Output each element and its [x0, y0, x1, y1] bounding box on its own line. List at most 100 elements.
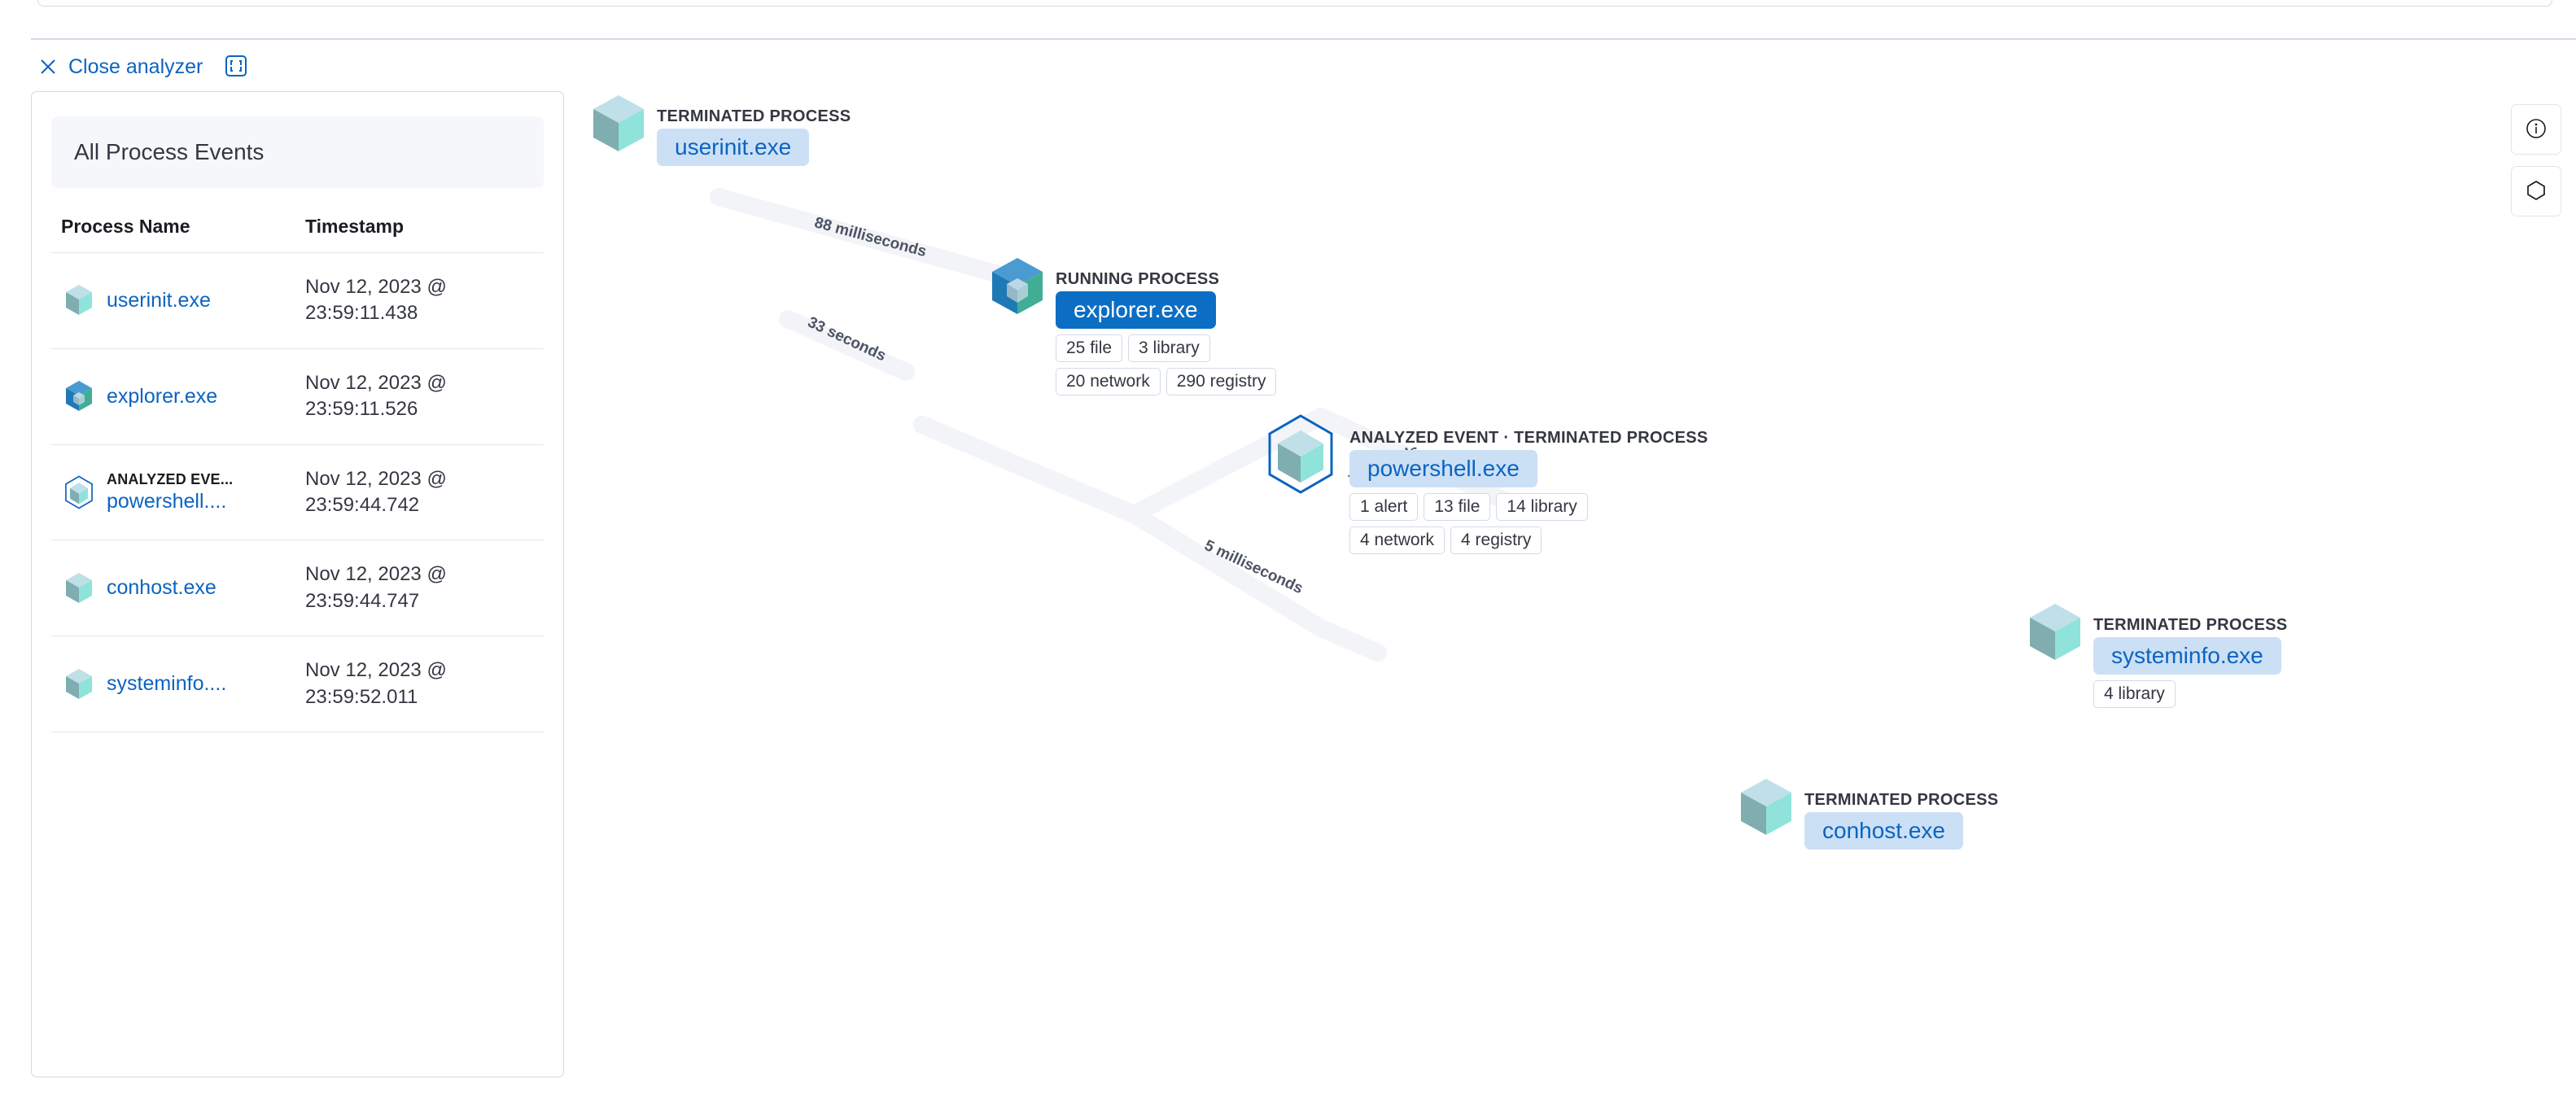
hexagon-icon — [2525, 179, 2548, 204]
graph-node-conhost[interactable]: TERMINATED PROCESS conhost.exe — [1736, 775, 1998, 850]
row-timestamp: Nov 12, 2023 @ 23:59:52.011 — [305, 657, 534, 710]
process-link[interactable]: explorer.exe — [107, 384, 217, 409]
column-header-timestamp: Timestamp — [305, 216, 405, 237]
graph-node-systeminfo[interactable]: TERMINATED PROCESS systeminfo.exe 4 libr… — [2025, 600, 2287, 708]
row-timestamp-time: 23:59:11.438 — [305, 302, 418, 325]
table-row[interactable]: userinit.exe Nov 12, 2023 @ 23:59:11.438 — [51, 252, 544, 348]
row-timestamp-time: 23:59:44.747 — [305, 589, 420, 612]
node-eyebrow: TERMINATED PROCESS — [2093, 616, 2288, 634]
row-timestamp-date: Nov 12, 2023 @ — [305, 467, 447, 490]
process-link[interactable]: userinit.exe — [107, 288, 211, 313]
process-graph-canvas[interactable]: 88 milliseconds 33 seconds 7 seconds 5 m… — [564, 91, 2576, 1114]
graph-node-powershell[interactable]: ANALYZED EVENT · TERMINATED PROCESS powe… — [1260, 413, 1708, 554]
node-label-pill[interactable]: systeminfo.exe — [2093, 637, 2281, 675]
badge-registry[interactable]: 290 registry — [1166, 368, 1277, 395]
row-timestamp-date: Nov 12, 2023 @ — [305, 276, 447, 298]
page-title: All Process Events — [74, 139, 265, 164]
row-timestamp: Nov 12, 2023 @ 23:59:44.747 — [305, 561, 534, 614]
close-analyzer-label: Close analyzer — [68, 55, 203, 78]
table-row[interactable]: explorer.exe Nov 12, 2023 @ 23:59:11.526 — [51, 347, 544, 444]
process-link[interactable]: systeminfo.... — [107, 671, 226, 697]
badge-registry[interactable]: 4 registry — [1450, 526, 1542, 554]
process-cube-icon — [987, 254, 1047, 323]
column-header-process-name: Process Name — [61, 216, 190, 237]
node-body: TERMINATED PROCESS conhost.exe — [1804, 791, 1998, 850]
table-row[interactable]: ANALYZED EVE... powershell.... Nov 12, 2… — [51, 443, 544, 540]
graph-node-explorer[interactable]: RUNNING PROCESS explorer.exe 25 file 3 l… — [987, 254, 1316, 395]
info-icon — [2525, 117, 2548, 142]
row-process-name: ANALYZED EVE... powershell.... — [61, 470, 305, 514]
row-timestamp-date: Nov 12, 2023 @ — [305, 563, 447, 586]
row-eyebrow: ANALYZED EVE... — [107, 471, 234, 488]
node-label-pill[interactable]: conhost.exe — [1804, 812, 1963, 850]
node-eyebrow: ANALYZED EVENT · TERMINATED PROCESS — [1349, 429, 1708, 447]
node-badges: 4 library — [2093, 680, 2287, 708]
row-name-stack: conhost.exe — [107, 575, 216, 601]
node-eyebrow: RUNNING PROCESS — [1056, 270, 1220, 288]
row-timestamp-date: Nov 12, 2023 @ — [305, 659, 447, 682]
node-body: TERMINATED PROCESS systeminfo.exe 4 libr… — [2093, 616, 2287, 708]
process-analyzer-page: Close analyzer All Process Events Proces… — [0, 0, 2576, 1114]
process-cube-icon — [588, 91, 649, 160]
fullscreen-button[interactable] — [224, 55, 248, 79]
badge-library[interactable]: 4 library — [2093, 680, 2176, 708]
row-process-name: systeminfo.... — [61, 664, 305, 705]
row-process-name: conhost.exe — [61, 568, 305, 609]
top-panel-edge — [37, 0, 2552, 7]
badge-library[interactable]: 3 library — [1128, 334, 1210, 362]
process-cube-icon — [61, 376, 97, 417]
panel-title-box: All Process Events — [51, 116, 544, 188]
legend-button[interactable] — [2511, 166, 2561, 216]
badge-network[interactable]: 20 network — [1056, 368, 1161, 395]
node-body: TERMINATED PROCESS userinit.exe — [657, 107, 851, 166]
process-link[interactable]: conhost.exe — [107, 575, 216, 601]
fullscreen-icon — [225, 55, 247, 80]
edge-label-0: 88 milliseconds — [812, 214, 928, 260]
process-cube-icon — [2025, 600, 2085, 669]
process-cube-icon — [61, 280, 97, 321]
row-process-name: explorer.exe — [61, 376, 305, 417]
badge-network[interactable]: 4 network — [1349, 526, 1445, 554]
process-cube-icon — [61, 664, 97, 705]
row-name-stack: userinit.exe — [107, 288, 211, 313]
badge-file[interactable]: 25 file — [1056, 334, 1123, 362]
row-timestamp-time: 23:59:44.742 — [305, 493, 420, 516]
node-label-pill[interactable]: userinit.exe — [657, 129, 810, 166]
node-eyebrow: TERMINATED PROCESS — [657, 107, 851, 125]
table-row[interactable]: systeminfo.... Nov 12, 2023 @ 23:59:52.0… — [51, 636, 544, 732]
all-process-events-panel: All Process Events Process Name Timestam… — [31, 91, 564, 1077]
badge-alert[interactable]: 1 alert — [1349, 493, 1419, 521]
close-icon — [39, 58, 57, 76]
node-badges: 1 alert 13 file 14 library 4 network 4 r… — [1349, 493, 1642, 554]
process-cube-icon — [61, 568, 97, 609]
row-timestamp-date: Nov 12, 2023 @ — [305, 371, 447, 394]
close-analyzer-button[interactable]: Close analyzer — [39, 55, 203, 79]
graph-controls — [2511, 104, 2561, 216]
row-name-stack: systeminfo.... — [107, 671, 226, 697]
row-timestamp-time: 23:59:52.011 — [305, 685, 418, 708]
badge-file[interactable]: 13 file — [1424, 493, 1491, 521]
analyzer-toolbar: Close analyzer — [0, 47, 2576, 86]
node-body: ANALYZED EVENT · TERMINATED PROCESS powe… — [1349, 429, 1708, 554]
row-timestamp-time: 23:59:11.526 — [305, 398, 418, 421]
badge-library[interactable]: 14 library — [1496, 493, 1588, 521]
table-row[interactable]: conhost.exe Nov 12, 2023 @ 23:59:44.747 — [51, 540, 544, 636]
row-process-name: userinit.exe — [61, 280, 305, 321]
node-label-pill[interactable]: explorer.exe — [1056, 291, 1216, 329]
row-timestamp: Nov 12, 2023 @ 23:59:11.526 — [305, 370, 534, 423]
row-name-stack: explorer.exe — [107, 384, 217, 409]
row-name-stack: ANALYZED EVE... powershell.... — [107, 470, 233, 514]
analyzed-event-cube-icon — [1260, 413, 1341, 501]
top-divider — [31, 38, 2576, 40]
node-label-pill[interactable]: powershell.exe — [1349, 450, 1537, 487]
row-timestamp: Nov 12, 2023 @ 23:59:44.742 — [305, 466, 534, 519]
process-events-table: Process Name Timestamp userinit.exe Nov … — [51, 216, 544, 732]
node-badges: 25 file 3 library 20 network 290 registr… — [1056, 334, 1316, 395]
node-body: RUNNING PROCESS explorer.exe 25 file 3 l… — [1056, 270, 1316, 395]
process-cube-icon — [1736, 775, 1796, 844]
info-button[interactable] — [2511, 104, 2561, 155]
row-timestamp: Nov 12, 2023 @ 23:59:11.438 — [305, 274, 534, 327]
analyzed-event-cube-icon — [61, 472, 97, 513]
process-link[interactable]: powershell.... — [107, 489, 233, 514]
graph-node-userinit[interactable]: TERMINATED PROCESS userinit.exe — [588, 91, 851, 166]
